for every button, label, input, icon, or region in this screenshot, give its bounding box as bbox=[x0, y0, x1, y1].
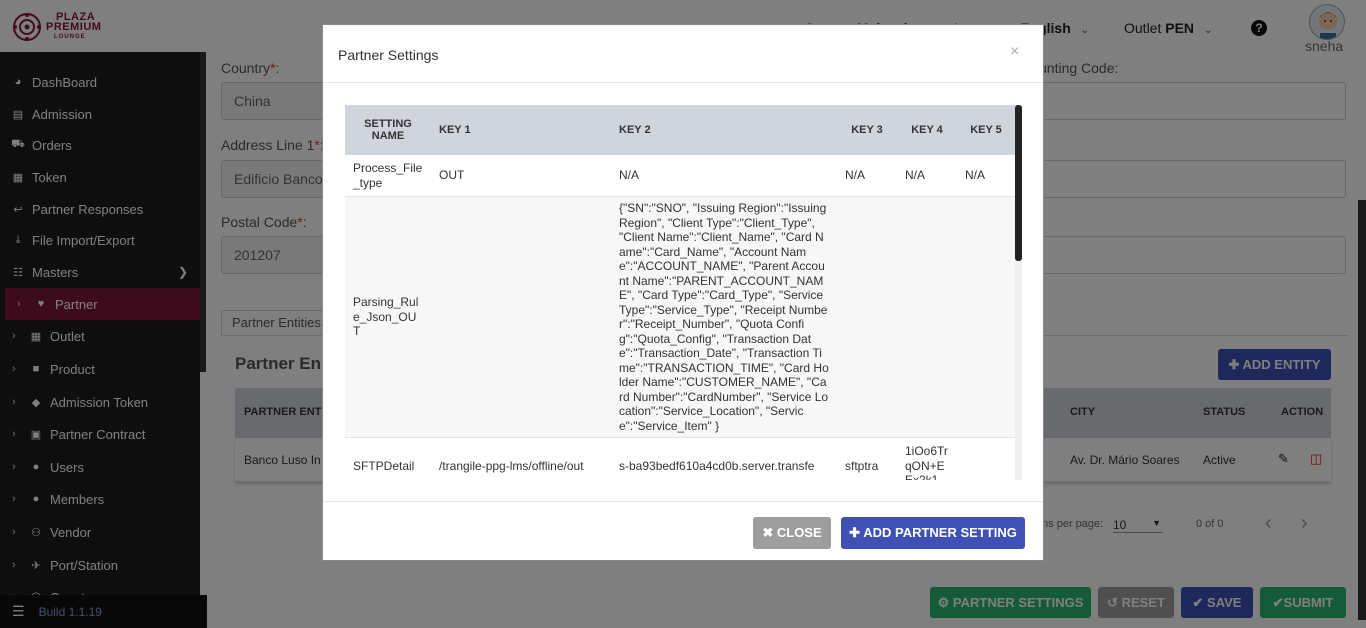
table-header-row: SETTING NAME KEY 1 KEY 2 KEY 3 KEY 4 KEY… bbox=[345, 105, 1015, 155]
setting-key5 bbox=[957, 437, 1015, 480]
plus-icon: ✚ bbox=[849, 525, 861, 540]
column-header: KEY 5 bbox=[957, 105, 1015, 155]
setting-key2: N/A bbox=[611, 155, 837, 197]
settings-table: SETTING NAME KEY 1 KEY 2 KEY 3 KEY 4 KEY… bbox=[345, 105, 1015, 480]
close-button[interactable]: ✖ CLOSE bbox=[753, 517, 831, 549]
table-scrollbar[interactable] bbox=[1015, 105, 1022, 480]
column-header: SETTING NAME bbox=[345, 105, 431, 155]
settings-table-container[interactable]: SETTING NAME KEY 1 KEY 2 KEY 3 KEY 4 KEY… bbox=[345, 105, 1023, 480]
column-header: KEY 1 bbox=[431, 105, 611, 155]
setting-key1: OUT bbox=[431, 155, 611, 197]
setting-key2: s-ba93bedf610a4cd0b.server.transfe bbox=[611, 437, 837, 480]
modal-title: Partner Settings bbox=[338, 47, 439, 63]
setting-key1 bbox=[431, 196, 611, 438]
partner-settings-modal: Partner Settings × SETTING NAME KEY 1 KE… bbox=[322, 24, 1044, 561]
add-partner-setting-button[interactable]: ✚ ADD PARTNER SETTING bbox=[841, 517, 1025, 549]
setting-key2: {"SN":"SNO", "Issuing Region":"Issuing R… bbox=[611, 196, 837, 438]
table-row[interactable]: Process_File_type OUT N/A N/A N/A N/A bbox=[345, 155, 1015, 197]
table-row[interactable]: Parsing_Rule_Json_OUT {"SN":"SNO", "Issu… bbox=[345, 196, 1015, 438]
setting-key4: N/A bbox=[897, 155, 957, 197]
setting-key3: sftptra bbox=[837, 437, 897, 480]
close-button-label: CLOSE bbox=[776, 525, 822, 540]
setting-name: Process_File_type bbox=[345, 155, 431, 197]
column-header: KEY 3 bbox=[837, 105, 897, 155]
table-row[interactable]: SFTPDetail /trangile-ppg-lms/offline/out… bbox=[345, 437, 1015, 480]
divider bbox=[323, 501, 1043, 502]
setting-key1: /trangile-ppg-lms/offline/out bbox=[431, 437, 611, 480]
setting-key4 bbox=[897, 196, 957, 438]
setting-key3 bbox=[837, 196, 897, 438]
setting-key4: 1iOo6TrqON+EEx2k1 bbox=[897, 437, 957, 480]
scrollbar-thumb[interactable] bbox=[1015, 105, 1022, 261]
divider bbox=[323, 82, 1043, 83]
setting-key3: N/A bbox=[837, 155, 897, 197]
column-header: KEY 4 bbox=[897, 105, 957, 155]
setting-name: Parsing_Rule_Json_OUT bbox=[345, 196, 431, 438]
setting-name: SFTPDetail bbox=[345, 437, 431, 480]
close-icon[interactable]: × bbox=[1010, 43, 1019, 61]
setting-key5 bbox=[957, 196, 1015, 438]
add-partner-setting-label: ADD PARTNER SETTING bbox=[863, 525, 1017, 540]
column-header: KEY 2 bbox=[611, 105, 837, 155]
x-icon: ✖ bbox=[762, 525, 774, 540]
setting-key5: N/A bbox=[957, 155, 1015, 197]
